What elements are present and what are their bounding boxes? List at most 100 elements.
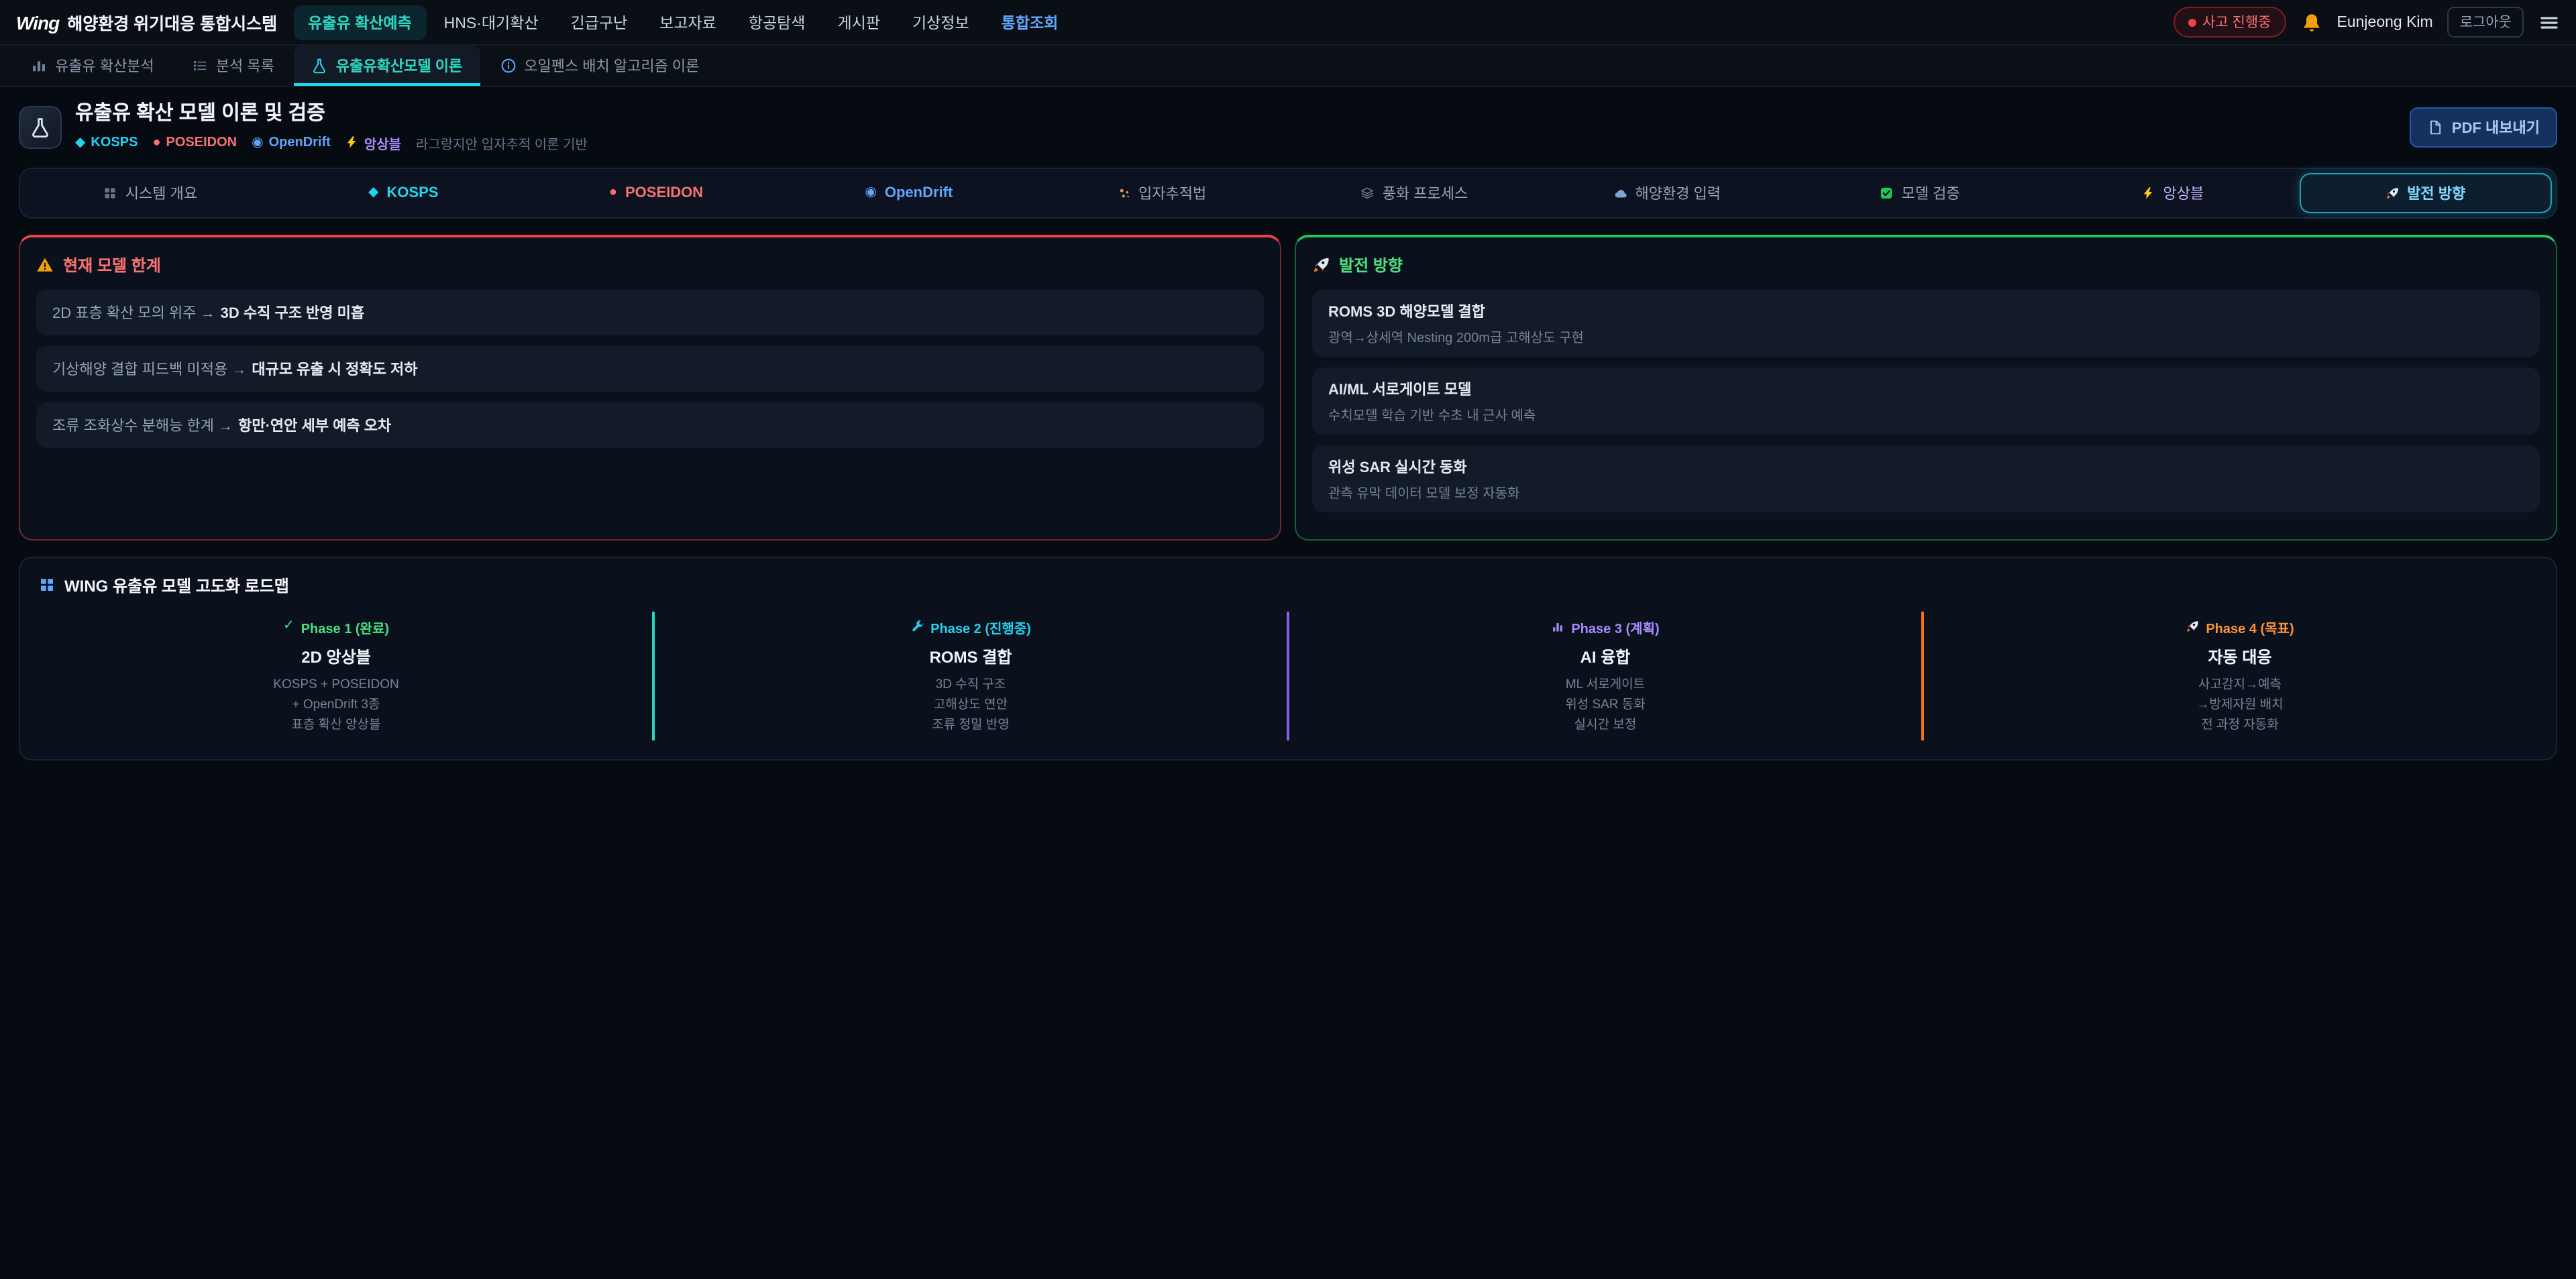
bell-icon[interactable] [2301, 11, 2322, 33]
tab-analysis-list[interactable]: 분석 목록 [174, 46, 292, 86]
nav-reports[interactable]: 보고자료 [645, 5, 731, 40]
stab-ensemble[interactable]: 앙상블 [2047, 172, 2300, 213]
page-header-text: 유출유 확산 모델 이론 및 검증 ◆KOSPS ●POSEIDON ◉Open… [75, 103, 588, 152]
sub-tab-bar: 유출유 확산분석 분석 목록 유출유확산모델 이론 오일펜스 배치 알고리즘 이… [0, 46, 2576, 87]
direction-item-title: AI/ML 서로게이트 모델 [1328, 378, 2524, 399]
app-window: Wing 해양환경 위기대응 통합시스템 유출유 확산예측 HNS·대기확산 긴… [0, 0, 2576, 1279]
stab-overview[interactable]: 시스템 개요 [24, 172, 277, 213]
nav-aerial-search[interactable]: 항공탐색 [734, 5, 820, 40]
menu-icon[interactable] [2538, 11, 2560, 33]
phase-details: 사고감지→예측 →방제자원 배치 전 과정 자동화 [1937, 674, 2542, 735]
phase-name: ROMS 결합 [668, 645, 1273, 667]
phase-name: 자동 대응 [1937, 645, 2542, 667]
logout-button[interactable]: 로그아웃 [2448, 7, 2524, 38]
direction-item-desc: 관측 유막 데이터 모델 보정 자동화 [1328, 481, 2524, 501]
nav-oil-spill-prediction[interactable]: 유출유 확산예측 [293, 5, 427, 40]
main-nav: 유출유 확산예측 HNS·대기확산 긴급구난 보고자료 항공탐색 게시판 기상정… [293, 5, 1073, 40]
tab-model-theory[interactable]: 유출유확산모델 이론 [294, 46, 480, 86]
top-nav: Wing 해양환경 위기대응 통합시스템 유출유 확산예측 HNS·대기확산 긴… [0, 0, 2576, 46]
chart-icon [31, 58, 47, 74]
wing-logo: Wing [16, 12, 59, 34]
direction-item-desc: 광역→상세역 Nesting 200m급 고해상도 구현 [1328, 325, 2524, 345]
nav-emergency-rescue[interactable]: 긴급구난 [556, 5, 643, 40]
ensemble-badge: 앙상블 [345, 132, 401, 152]
direction-item: ROMS 3D 해양모델 결합 광역→상세역 Nesting 200m급 고해상… [1312, 289, 2540, 356]
directions-panel: 발전 방향 ROMS 3D 해양모델 결합 광역→상세역 Nesting 200… [1295, 234, 2557, 540]
phase-name: 2D 앙상블 [34, 645, 639, 667]
phase-label: Phase 2 (진행중) [668, 616, 1273, 636]
directions-title: 발전 방향 [1312, 253, 2540, 276]
roadmap-phase-2: Phase 2 (진행중) ROMS 결합 3D 수직 구조 고해상도 연안 조… [652, 611, 1287, 740]
wrench-icon [910, 620, 924, 633]
stab-validation[interactable]: 모델 검증 [1794, 172, 2047, 213]
tab-label: 분석 목록 [216, 55, 274, 76]
nav-hns-dispersion[interactable]: HNS·대기확산 [429, 5, 553, 40]
check-icon: ✓ [283, 620, 294, 633]
stab-opendrift[interactable]: ◉OpenDrift [782, 175, 1035, 210]
stab-direction[interactable]: 발전 방향 [2299, 172, 2552, 213]
tab-spill-analysis[interactable]: 유출유 확산분석 [13, 46, 172, 86]
grid-icon [104, 186, 117, 199]
stab-particle-tracking[interactable]: 입자추적법 [1035, 172, 1288, 213]
pdf-export-label: PDF 내보내기 [2452, 117, 2540, 139]
content-panels: 현재 모델 한계 2D 표층 확산 모의 위주 →3D 수직 구조 반영 미흡 … [19, 234, 2557, 540]
roadmap-phase-3: Phase 3 (계획) AI 융합 ML 서로게이트 위성 SAR 동화 실시… [1287, 611, 1921, 740]
page-content: 유출유 확산 모델 이론 및 검증 ◆KOSPS ●POSEIDON ◉Open… [0, 87, 2576, 761]
section-tabs: 시스템 개요 ◆KOSPS ●POSEIDON ◉OpenDrift 입자추적법… [19, 167, 2557, 218]
direction-item-title: ROMS 3D 해양모델 결합 [1328, 300, 2524, 321]
status-dot-icon [2188, 18, 2196, 26]
incident-status-badge[interactable]: 사고 진행중 [2173, 7, 2286, 38]
document-icon [2428, 120, 2444, 136]
roadmap-title: WING 유출유 모델 고도화 로드맵 [20, 573, 2556, 596]
circle-icon: ● [152, 135, 160, 150]
warning-icon [36, 256, 54, 273]
opendrift-badge: ◉OpenDrift [252, 135, 331, 150]
layers-icon [1361, 186, 1375, 199]
direction-item: AI/ML 서로게이트 모델 수치모델 학습 기반 수초 내 근사 예측 [1312, 367, 2540, 434]
ring-icon: ◉ [865, 186, 876, 199]
limitation-item: 기상해양 결합 피드백 미적용 →대규모 유출 시 정확도 저하 [36, 345, 1264, 391]
tab-label: 오일펜스 배치 알고리즘 이론 [524, 55, 699, 76]
stab-weathering[interactable]: 풍화 프로세스 [1288, 172, 1541, 213]
page-subtitle: 라그랑지안 입자추적 이론 기반 [416, 132, 588, 152]
cloud-icon [1614, 186, 1627, 199]
limitations-panel: 현재 모델 한계 2D 표층 확산 모의 위주 →3D 수직 구조 반영 미흡 … [19, 234, 1281, 540]
diamond-icon: ◆ [75, 135, 85, 150]
limitation-item: 2D 표층 확산 모의 위주 →3D 수직 구조 반영 미흡 [36, 289, 1264, 335]
limitation-item: 조류 조화상수 분해능 한계 →항만·연안 세부 예측 오차 [36, 402, 1264, 447]
nav-weather-info[interactable]: 기상정보 [898, 5, 984, 40]
particles-icon [1117, 186, 1130, 199]
stab-ocean-input[interactable]: 해양환경 입력 [1541, 172, 1794, 213]
roadmap-phase-4: Phase 4 (목표) 자동 대응 사고감지→예측 →방제자원 배치 전 과정… [1921, 611, 2556, 740]
phase-label: Phase 4 (목표) [1937, 616, 2542, 636]
kosps-badge: ◆KOSPS [75, 135, 138, 150]
limitations-title: 현재 모델 한계 [36, 253, 1264, 276]
stab-kosps[interactable]: ◆KOSPS [277, 175, 530, 210]
nav-integrated-search[interactable]: 통합조회 [987, 5, 1073, 40]
bolt-icon [2142, 186, 2155, 199]
info-circle-icon [500, 58, 516, 74]
page-header: 유출유 확산 모델 이론 및 검증 ◆KOSPS ●POSEIDON ◉Open… [19, 103, 2557, 152]
list-icon [192, 58, 208, 74]
page-flask-icon [19, 107, 62, 150]
poseidon-badge: ●POSEIDON [152, 135, 237, 150]
pdf-export-button[interactable]: PDF 내보내기 [2410, 108, 2557, 148]
nav-board[interactable]: 게시판 [822, 5, 895, 40]
rocket-icon [2385, 186, 2399, 199]
grid-icon [39, 577, 55, 593]
top-nav-right: 사고 진행중 Eunjeong Kim 로그아웃 [2173, 7, 2560, 38]
tab-label: 유출유 확산분석 [55, 55, 154, 76]
circle-icon: ● [609, 186, 617, 199]
tab-boom-algorithm[interactable]: 오일펜스 배치 알고리즘 이론 [482, 46, 716, 86]
phase-name: AI 융합 [1303, 645, 1908, 667]
bolt-icon [345, 135, 359, 149]
app-title: 해양환경 위기대응 통합시스템 [67, 9, 277, 35]
stab-poseidon[interactable]: ●POSEIDON [530, 175, 783, 210]
phase-details: ML 서로게이트 위성 SAR 동화 실시간 보정 [1303, 674, 1908, 735]
page-badges: ◆KOSPS ●POSEIDON ◉OpenDrift 앙상블 라그랑지안 입자… [75, 132, 588, 152]
app-brand[interactable]: Wing 해양환경 위기대응 통합시스템 [16, 9, 277, 35]
roadmap-panel: WING 유출유 모델 고도화 로드맵 ✓ Phase 1 (완료) 2D 앙상… [19, 556, 2557, 761]
incident-label: 사고 진행중 [2202, 12, 2271, 32]
phase-details: KOSPS + POSEIDON + OpenDrift 3종 표층 확산 앙상… [34, 674, 639, 735]
roadmap-phase-1: ✓ Phase 1 (완료) 2D 앙상블 KOSPS + POSEIDON +… [20, 611, 652, 740]
